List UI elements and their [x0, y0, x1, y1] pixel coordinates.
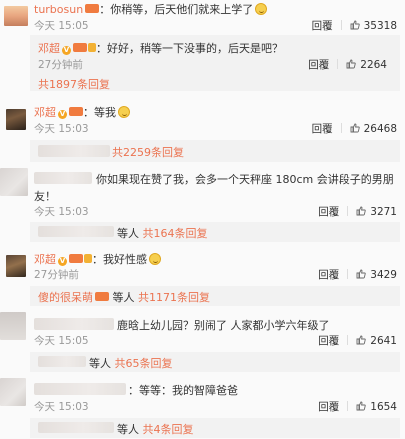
username-link[interactable]: 邓超 — [38, 42, 60, 55]
blurred-username — [34, 383, 126, 395]
thumb-up-icon[interactable] — [346, 59, 356, 69]
comment-time: 今天 15:05 — [34, 335, 89, 347]
like-count: 2264 — [360, 59, 387, 71]
blurred-names — [38, 356, 86, 367]
comment-body: turbosun ：你稍等，后天他们就来上学了 — [34, 1, 268, 17]
level-badge-icon — [69, 254, 83, 263]
reply-time: 27分钟前 — [38, 59, 83, 71]
smile-emoji-icon — [255, 3, 268, 15]
verified-badge-icon: V — [58, 110, 67, 119]
reply-button[interactable]: 回覆 — [312, 123, 333, 135]
replier-link[interactable]: 傻的很呆萌 — [38, 291, 93, 304]
avatar[interactable] — [6, 109, 26, 130]
comment-text: 你如果现在赞了我，会多一个天秤座 180cm 会讲段子的男朋 — [96, 173, 394, 186]
comment-actions: 回覆 1654 — [318, 399, 397, 414]
divider — [347, 269, 349, 279]
view-replies-link[interactable]: 共1171条回复 — [138, 291, 210, 304]
divider — [347, 401, 349, 411]
reply-text: ：好好，稍等一下没事的，后天是吧？ — [96, 42, 283, 55]
smile-emoji-icon — [118, 106, 130, 118]
level-badge-icon — [85, 4, 100, 13]
divider — [337, 59, 339, 69]
comment-time: 今天 15:03 — [34, 206, 89, 218]
divider — [347, 206, 349, 216]
avatar[interactable] — [6, 255, 26, 277]
reply-button[interactable]: 回覆 — [312, 20, 333, 32]
blurred-username — [34, 318, 114, 330]
comment-actions: 回覆 3271 — [318, 204, 397, 219]
username-link[interactable]: 邓超 — [34, 106, 56, 119]
comment-actions: 回覆 26468 — [312, 121, 397, 136]
blurred-names — [38, 145, 110, 157]
verified-badge-icon: V — [62, 46, 71, 55]
divider — [340, 20, 342, 30]
thumb-up-icon[interactable] — [350, 20, 360, 30]
comment-time: 27分钟前 — [34, 269, 79, 281]
blurred-names — [38, 422, 114, 433]
reply-body: 邓超 V ：好好，稍等一下没事的，后天是吧？ — [38, 40, 283, 56]
username-link[interactable]: 邓超 — [34, 253, 56, 266]
comment-actions: 回覆 2641 — [318, 333, 397, 348]
thumb-up-icon[interactable] — [356, 269, 366, 279]
reply-button[interactable]: 回覆 — [308, 59, 329, 71]
comment-text: ：我好性感 — [92, 253, 147, 266]
comment-time: 今天 15:03 — [34, 401, 89, 413]
reply-summary: 傻的很呆萌 等人 共1171条回复 — [38, 289, 210, 305]
level-badge-icon — [73, 43, 87, 52]
view-replies-link[interactable]: 共65条回复 — [115, 357, 173, 370]
avatar[interactable] — [0, 168, 28, 196]
view-replies-link[interactable]: 共1897条回复 — [38, 76, 110, 92]
reply-button[interactable]: 回覆 — [318, 206, 339, 218]
comment-text: ：等我 — [83, 106, 116, 119]
reply-summary-who: 等人 — [117, 227, 139, 240]
reply-summary-who: 等人 — [112, 291, 135, 304]
reply-summary: 等人 共4条回复 — [117, 421, 194, 437]
reply-summary-who: 等人 — [117, 423, 139, 436]
blurred-username — [34, 172, 92, 184]
like-count: 1654 — [370, 401, 397, 413]
view-replies-link[interactable]: 共2259条回复 — [112, 144, 184, 160]
member-badge-icon — [88, 43, 96, 52]
smile-emoji-icon — [149, 253, 161, 265]
like-count: 2641 — [370, 335, 397, 347]
like-count: 3429 — [370, 269, 397, 281]
reply-actions: 回覆 2264 — [308, 57, 387, 72]
reply-button[interactable]: 回覆 — [318, 335, 339, 347]
divider — [347, 335, 349, 345]
comment-body: 邓超 V ：我好性感 — [34, 251, 161, 267]
comment-time: 今天 15:05 — [34, 20, 89, 32]
reply-button[interactable]: 回覆 — [318, 269, 339, 281]
avatar[interactable] — [4, 6, 28, 26]
thumb-up-icon[interactable] — [356, 335, 366, 345]
comment-text: ：你稍等，后天他们就来上学了 — [99, 3, 254, 16]
like-count: 35318 — [363, 20, 397, 32]
view-replies-link[interactable]: 共4条回复 — [143, 423, 194, 436]
divider — [340, 123, 342, 133]
comment-text: 鹿晗上幼儿园？别闹了 人家都小学六年级了 — [117, 319, 330, 332]
verified-badge-icon: V — [58, 257, 67, 266]
avatar[interactable] — [0, 378, 26, 406]
reply-summary-who: 等人 — [89, 357, 111, 370]
avatar[interactable] — [0, 312, 26, 340]
level-badge-icon — [95, 292, 109, 301]
reply-summary: 等人 共164条回复 — [117, 225, 208, 241]
like-count: 26468 — [363, 123, 397, 135]
reply-summary: 等人 共65条回复 — [89, 355, 173, 371]
comment-body: 邓超 V ：等我 — [34, 104, 130, 120]
reply-button[interactable]: 回覆 — [318, 401, 339, 413]
thumb-up-icon[interactable] — [356, 401, 366, 411]
view-replies-link[interactable]: 共164条回复 — [143, 227, 208, 240]
member-badge-icon — [84, 254, 92, 263]
blurred-names — [38, 226, 114, 237]
level-badge-icon — [69, 107, 83, 116]
thumb-up-icon[interactable] — [350, 123, 360, 133]
like-count: 3271 — [370, 206, 397, 218]
username-link[interactable]: turbosun — [34, 3, 83, 16]
comment-text-continued: 友！ — [34, 190, 56, 203]
thumb-up-icon[interactable] — [356, 206, 366, 216]
comment-time: 今天 15:03 — [34, 123, 89, 135]
comment-actions: 回覆 3429 — [318, 267, 397, 282]
comment-text: ：等等：我的智障爸爸 — [128, 384, 238, 397]
comment-actions: 回覆 35318 — [312, 18, 397, 33]
